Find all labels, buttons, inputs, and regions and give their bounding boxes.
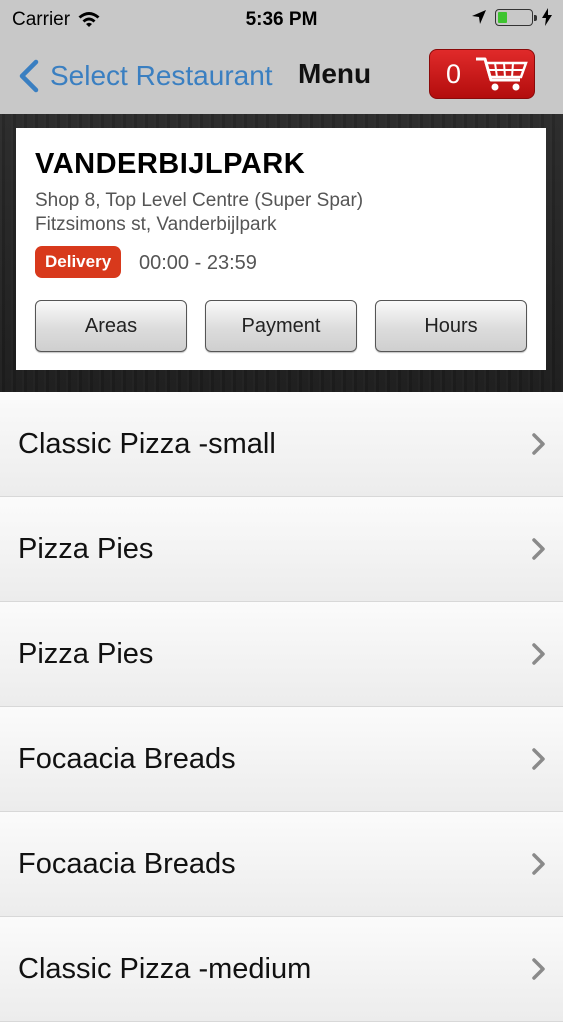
battery-icon [495,8,537,26]
list-item[interactable]: Pizza Pies [0,497,563,602]
menu-list: Classic Pizza -small Pizza Pies Pizza Pi… [0,392,563,1022]
list-item[interactable]: Pizza Pies [0,602,563,707]
chevron-left-icon [19,59,39,93]
restaurant-info-card: VANDERBIJLPARK Shop 8, Top Level Centre … [16,128,546,370]
list-item[interactable]: Classic Pizza -medium [0,917,563,1022]
navigation-bar: Select Restaurant Menu 0 [0,40,563,114]
list-item[interactable]: Classic Pizza -small [0,392,563,497]
chevron-right-icon [532,643,545,665]
menu-item-label: Focaacia Breads [18,848,236,880]
page-title: Menu [298,58,372,89]
charging-bolt-icon [542,8,552,26]
cart-button[interactable]: 0 [429,49,535,99]
menu-item-label: Classic Pizza -small [18,428,276,460]
status-right [471,8,553,26]
menu-item-label: Pizza Pies [18,638,154,670]
chevron-right-icon [532,958,545,980]
back-button[interactable]: Select Restaurant [14,56,273,96]
delivery-badge: Delivery [35,246,122,278]
address-line-2: Fitzsimons st, Vanderbijlpark [35,214,277,235]
chevron-right-icon [532,538,545,560]
areas-button[interactable]: Areas [35,300,187,352]
location-arrow-icon [472,10,486,24]
list-item[interactable]: Focaacia Breads [0,812,563,917]
menu-item-label: Classic Pizza -medium [18,953,312,985]
chevron-right-icon [532,433,545,455]
back-button-label: Select Restaurant [50,60,273,91]
menu-item-label: Pizza Pies [18,533,154,565]
chevron-right-icon [532,748,545,770]
status-bar: Carrier 5:36 PM [0,0,563,40]
menu-item-label: Focaacia Breads [18,743,236,775]
restaurant-name: VANDERBIJLPARK [35,148,306,180]
cart-count: 0 [446,58,462,89]
chevron-right-icon [532,853,545,875]
shopping-cart-icon [476,57,528,91]
address-line-1: Shop 8, Top Level Centre (Super Spar) [35,190,364,211]
payment-button[interactable]: Payment [205,300,357,352]
opening-hours: 00:00 - 23:59 [139,252,257,274]
hours-button[interactable]: Hours [375,300,527,352]
list-item[interactable]: Focaacia Breads [0,707,563,812]
battery-level [498,11,507,23]
